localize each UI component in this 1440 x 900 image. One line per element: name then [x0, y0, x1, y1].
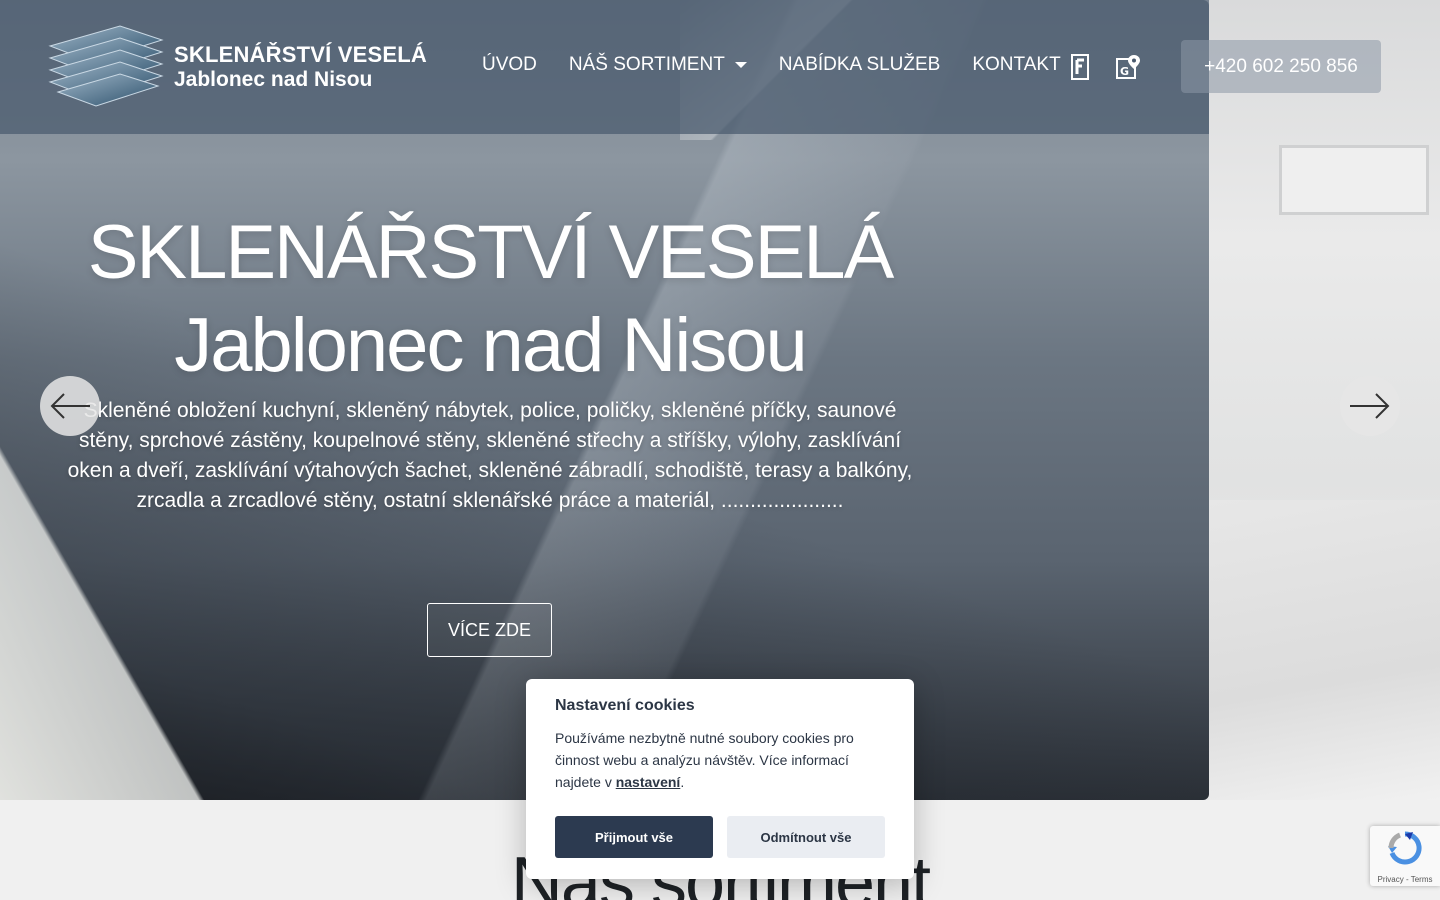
- recaptcha-badge[interactable]: Privacy - Terms: [1370, 826, 1440, 886]
- nav-uvod[interactable]: ÚVOD: [482, 54, 537, 76]
- recaptcha-icon: [1388, 831, 1422, 865]
- next-slide-preview: [1209, 0, 1440, 800]
- accept-all-button[interactable]: Přijmout vše: [555, 816, 713, 858]
- facebook-link[interactable]: [1067, 54, 1093, 80]
- nav-sortiment[interactable]: NÁŠ SORTIMENT: [569, 54, 747, 76]
- google-maps-link[interactable]: G: [1115, 54, 1141, 80]
- arrow-left-icon: [50, 393, 90, 419]
- nav-label: NABÍDKA SLUŽEB: [778, 54, 941, 75]
- more-button[interactable]: VÍCE ZDE: [427, 603, 552, 657]
- phone-button[interactable]: +420 602 250 856: [1181, 40, 1381, 93]
- cookie-text-end: .: [680, 774, 685, 790]
- reject-all-button[interactable]: Odmítnout vše: [727, 816, 885, 858]
- cookie-text-body: Používáme nezbytně nutné soubory cookies…: [555, 730, 854, 790]
- nav-label: NÁŠ SORTIMENT: [568, 54, 725, 75]
- brand-city: Jablonec nad Nisou: [174, 68, 373, 91]
- brand-name: SKLENÁŘSTVÍ VESELÁ: [174, 42, 427, 67]
- brand[interactable]: SKLENÁŘSTVÍ VESELÁ Jablonec nad Nisou: [174, 42, 427, 91]
- nav-sluzby[interactable]: NABÍDKA SLUŽEB: [779, 54, 941, 76]
- facebook-icon: [1071, 54, 1089, 80]
- slider-prev-button[interactable]: [40, 376, 100, 436]
- svg-text:G: G: [1120, 65, 1129, 78]
- site-header: SKLENÁŘSTVÍ VESELÁ Jablonec nad Nisou ÚV…: [0, 0, 1381, 134]
- cookie-title: Nastavení cookies: [555, 697, 695, 714]
- arrow-right-icon: [1350, 393, 1390, 419]
- nav-kontakt[interactable]: KONTAKT: [972, 54, 1060, 76]
- main-nav: ÚVOD NÁŠ SORTIMENT NABÍDKA SLUŽEB KONTAK…: [482, 54, 1093, 76]
- hero-title: SKLENÁŘSTVÍ VESELÁ Jablonec nad Nisou: [0, 205, 980, 391]
- cookie-dialog: Nastavení cookies Používáme nezbytně nut…: [526, 679, 914, 879]
- cookie-settings-link[interactable]: nastavení: [616, 774, 681, 790]
- nav-label: KONTAKT: [972, 54, 1061, 75]
- slider-next-button[interactable]: [1340, 376, 1400, 436]
- hero-subtitle: Skleněné obložení kuchyní, skleněný náby…: [67, 399, 913, 512]
- nav-label: ÚVOD: [482, 54, 537, 75]
- recaptcha-caption[interactable]: Privacy - Terms: [1370, 875, 1440, 884]
- hero-title-line2: Jablonec nad Nisou: [174, 303, 808, 388]
- hero-title-line1: SKLENÁŘSTVÍ VESELÁ: [87, 210, 895, 295]
- logo-icon[interactable]: [48, 24, 164, 108]
- google-maps-icon: G: [1116, 55, 1140, 79]
- chevron-down-icon: [734, 62, 747, 68]
- cookie-text: Používáme nezbytně nutné soubory cookies…: [555, 727, 885, 793]
